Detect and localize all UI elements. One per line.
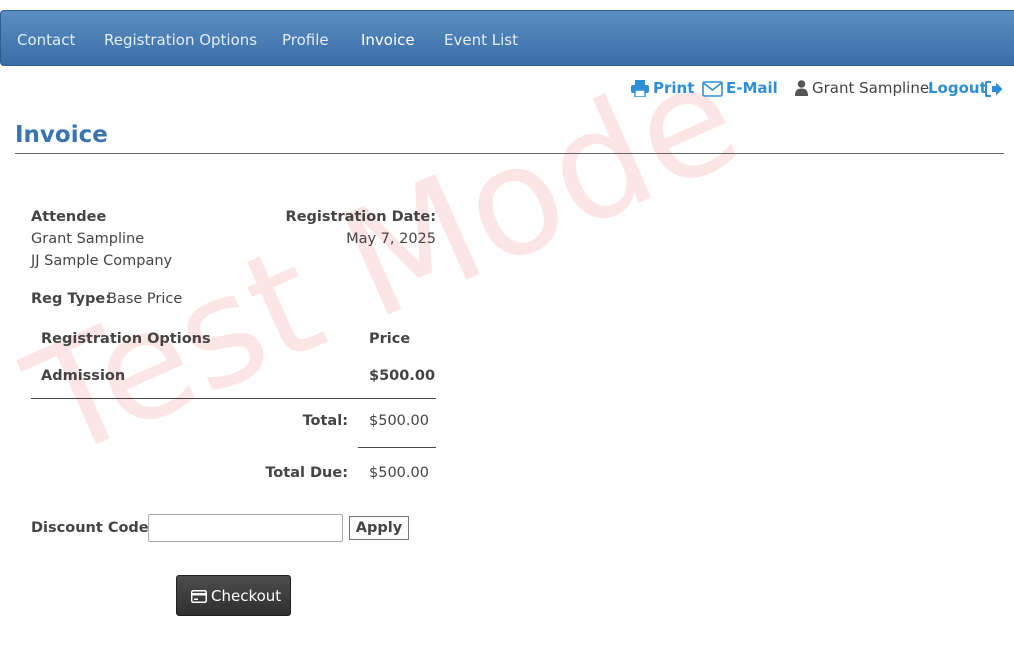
attendee-heading: Attendee: [31, 209, 107, 225]
options-header: Registration Options: [41, 331, 211, 347]
attendee-company: JJ Sample Company: [31, 253, 173, 269]
attendee-name: Grant Sampline: [31, 231, 145, 247]
nav-item-event-list[interactable]: Event List: [444, 11, 518, 67]
option-row-price: $500.00: [369, 368, 436, 384]
total-value: $500.00: [369, 413, 429, 429]
logout-link[interactable]: Logout: [928, 77, 987, 99]
discount-code-label: Discount Code:: [31, 520, 155, 536]
credit-card-icon: [191, 589, 207, 607]
nav-item-profile[interactable]: Profile: [282, 11, 329, 67]
total-due-value: $500.00: [369, 465, 429, 481]
print-link[interactable]: Print: [653, 77, 694, 99]
logout-icon[interactable]: [985, 81, 1003, 101]
apply-button[interactable]: Apply: [349, 516, 409, 540]
registration-date-value: May 7, 2025: [346, 231, 436, 247]
reg-type-value: Base Price: [107, 291, 183, 307]
top-navbar: Contact Registration Options Profile Inv…: [0, 10, 1014, 66]
printer-icon[interactable]: [630, 80, 650, 101]
price-header: Price: [369, 331, 411, 347]
nav-item-contact[interactable]: Contact: [17, 11, 75, 67]
title-divider: [15, 153, 1004, 154]
total-divider: [358, 447, 436, 448]
registration-date-label: Registration Date:: [285, 209, 436, 225]
discount-code-input[interactable]: [148, 514, 343, 542]
user-icon: [795, 80, 808, 100]
checkout-button[interactable]: Checkout: [176, 575, 291, 616]
total-due-label: Total Due:: [265, 465, 348, 481]
nav-item-registration-options[interactable]: Registration Options: [104, 11, 257, 67]
option-row-name: Admission: [41, 368, 126, 384]
table-divider: [31, 398, 436, 399]
envelope-icon[interactable]: [702, 81, 723, 101]
total-label: Total:: [302, 413, 348, 429]
nav-item-invoice[interactable]: Invoice: [361, 11, 415, 67]
email-link[interactable]: E-Mail: [726, 77, 778, 99]
checkout-label: Checkout: [211, 587, 282, 605]
page-title: Invoice: [15, 122, 108, 148]
user-name: Grant Sampline: [812, 79, 930, 97]
reg-type-label: Reg Type:: [31, 291, 112, 307]
